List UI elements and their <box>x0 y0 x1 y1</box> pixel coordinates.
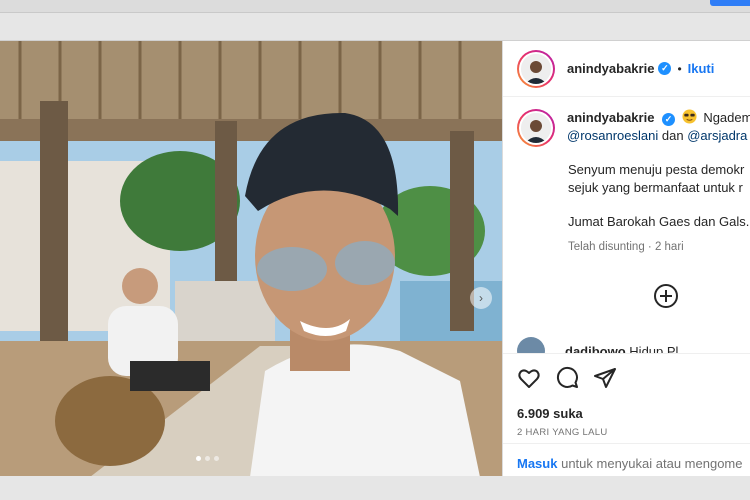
verified-badge-icon: ✓ <box>658 62 672 75</box>
caption: anindyabakrie ✓ Ngadem... @rosanroeslani… <box>503 97 750 253</box>
next-photo-button[interactable]: › <box>470 287 492 309</box>
chevron-right-icon: › <box>479 291 483 305</box>
carousel-dot <box>205 456 210 461</box>
comment-icon[interactable] <box>555 366 579 390</box>
page-background <box>0 476 750 500</box>
login-link[interactable]: Masuk <box>517 456 557 471</box>
avatar-portrait <box>521 53 551 84</box>
browser-top-bar <box>0 0 750 13</box>
sunglasses-emoji-icon <box>682 109 697 124</box>
post-date: 2 HARI YANG LALU <box>517 427 608 438</box>
heart-icon[interactable] <box>517 366 541 390</box>
caption-line: sejuk yang bermanfaat untuk r <box>568 180 743 195</box>
caption-line: Jumat Barokah Gaes dan Gals... <box>568 214 750 229</box>
mention-link[interactable]: @rosanroeslani <box>567 128 658 143</box>
carousel-dot <box>196 456 201 461</box>
plus-circle-icon[interactable] <box>653 283 679 309</box>
caption-header: anindyabakrie ✓ Ngadem... @rosanroeslani… <box>567 109 750 147</box>
post-modal: › anindyabakrie ✓ • Ikuti anindyabakrie … <box>0 40 750 477</box>
carousel-dots <box>196 456 219 461</box>
caption-username[interactable]: anindyabakrie <box>567 110 654 125</box>
top-bar-accent <box>710 0 750 6</box>
caption-avatar[interactable] <box>517 109 555 147</box>
avatar[interactable] <box>517 49 555 88</box>
post-sidebar: anindyabakrie ✓ • Ikuti anindyabakrie ✓ … <box>502 41 750 477</box>
photo-scene <box>0 41 502 477</box>
post-header: anindyabakrie ✓ • Ikuti <box>503 41 750 97</box>
mention-link[interactable]: @arsjadra <box>687 128 747 143</box>
follow-button[interactable]: Ikuti <box>688 61 715 76</box>
login-prompt: Masuk untuk menyukai atau mengome <box>503 443 750 477</box>
username[interactable]: anindyabakrie <box>567 61 654 76</box>
paper-plane-icon[interactable] <box>593 366 617 390</box>
caption-first-line: Ngadem... <box>703 110 750 125</box>
login-prompt-text: untuk menyukai atau mengome <box>561 456 743 471</box>
caption-line: Senyum menuju pesta demokr <box>568 162 745 177</box>
carousel-dot <box>214 456 219 461</box>
avatar-portrait <box>521 113 551 143</box>
like-count[interactable]: 6.909 suka <box>517 406 737 421</box>
verified-badge-icon: ✓ <box>662 113 676 126</box>
edited-timestamp: Telah disunting · 2 hari <box>568 241 684 253</box>
header-separator: • <box>677 61 682 76</box>
post-photo[interactable]: › <box>0 41 502 477</box>
caption-conjunction: dan <box>661 128 684 143</box>
